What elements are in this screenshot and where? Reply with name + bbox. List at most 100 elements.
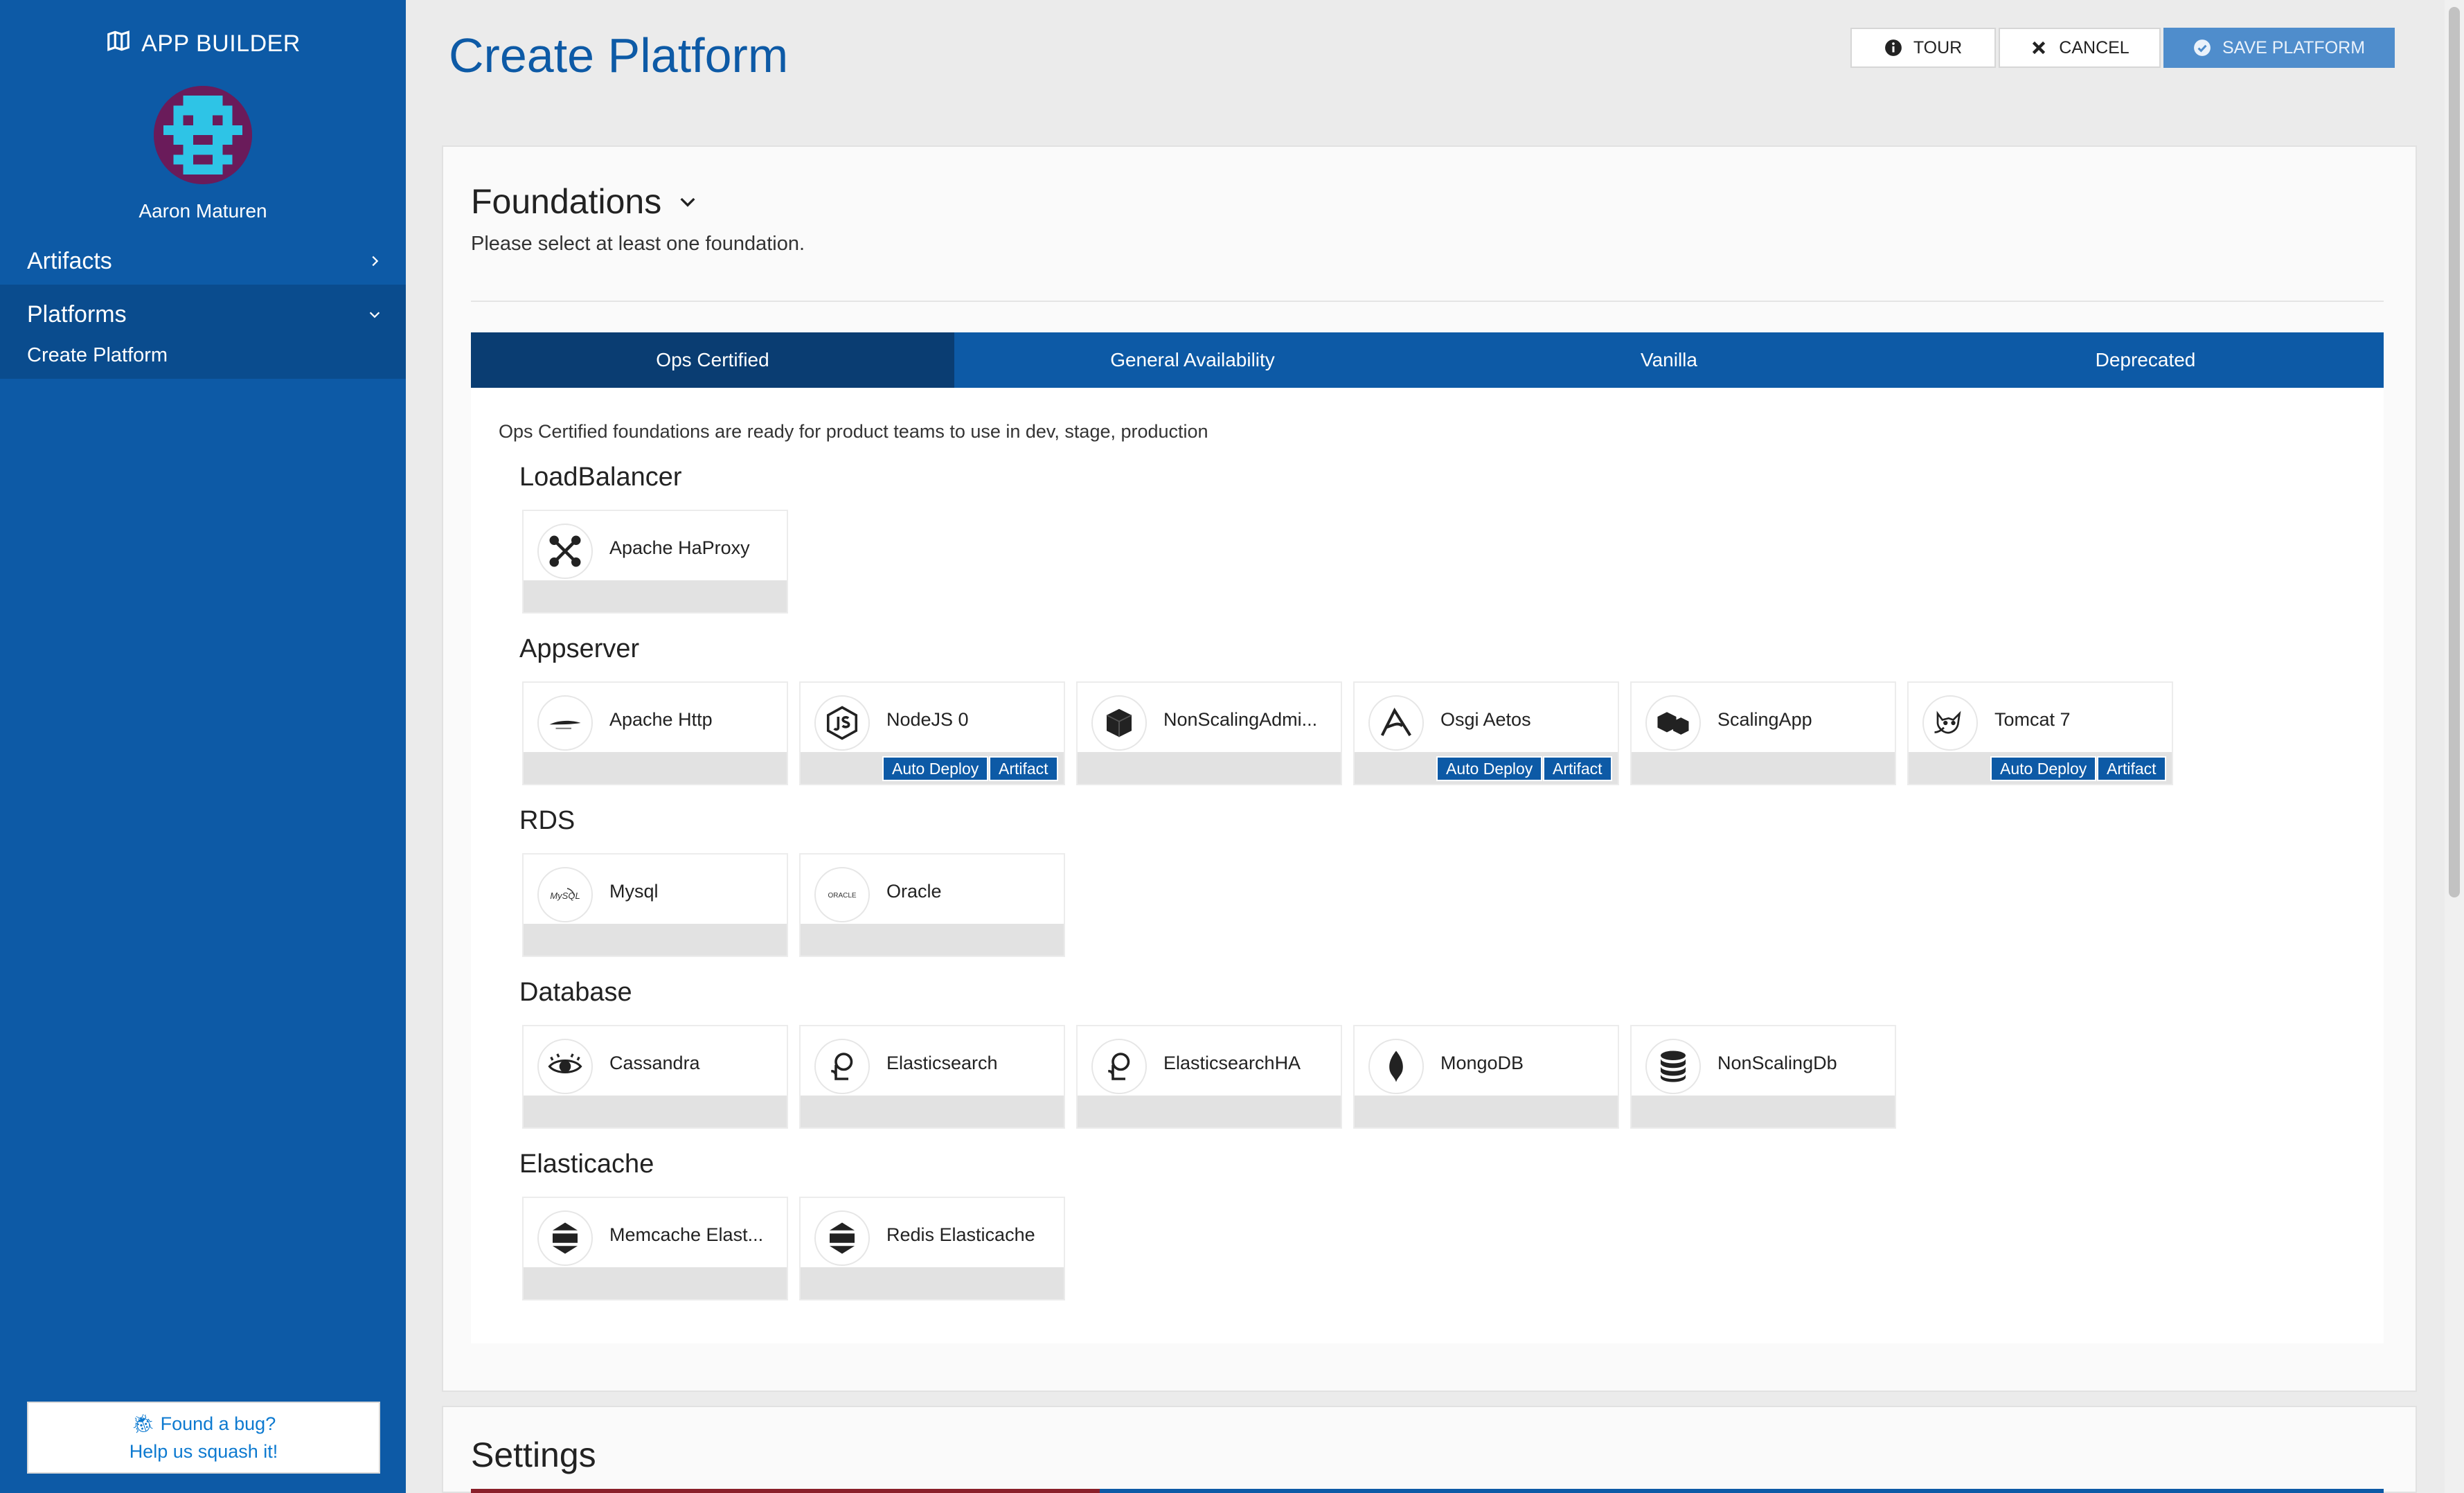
sidebar-item-artifacts[interactable]: Artifacts	[0, 239, 406, 283]
card-name: Memcache Elast...	[609, 1224, 764, 1245]
card-name: Apache Http	[609, 709, 713, 730]
apache-feather-icon	[537, 695, 593, 751]
save-label: SAVE PLATFORM	[2222, 37, 2366, 57]
artifact-badge: Artifact	[2097, 756, 2166, 781]
foundation-card[interactable]: ElasticsearchHA	[1076, 1025, 1342, 1129]
foundation-card[interactable]: ScalingApp	[1630, 681, 1896, 785]
cancel-button[interactable]: CANCEL	[1999, 28, 2161, 68]
foundation-card[interactable]: Tomcat 7 Auto Deploy Artifact	[1907, 681, 2173, 785]
foundations-title: Foundations	[471, 182, 662, 221]
osgi-icon	[1368, 695, 1424, 751]
card-name: Oracle	[886, 881, 942, 902]
info-icon	[1884, 39, 1902, 56]
card-name: Redis Elasticache	[886, 1224, 1035, 1245]
scrollbar-thumb[interactable]	[2449, 7, 2460, 897]
foundation-card[interactable]: Cassandra	[522, 1025, 788, 1129]
settings-panel: Settings	[442, 1406, 2417, 1493]
card-footer	[1078, 752, 1341, 784]
foundation-card[interactable]: NodeJS 0 Auto Deploy Artifact	[799, 681, 1065, 785]
page-title: Create Platform	[449, 28, 789, 82]
foundation-card[interactable]: NonScalingAdmi...	[1076, 681, 1342, 785]
divider	[471, 301, 2384, 302]
sidebar-item-platforms-group: Platforms Create Platform	[0, 285, 406, 379]
category-title: RDS	[519, 806, 575, 835]
sidebar-subitem-create-platform[interactable]: Create Platform	[27, 344, 168, 367]
auto-deploy-badge: Auto Deploy	[882, 756, 989, 781]
auto-deploy-badge: Auto Deploy	[1990, 756, 2097, 781]
card-footer	[801, 1096, 1064, 1127]
foundation-card[interactable]: ORACLE Oracle	[799, 853, 1065, 957]
check-circle-icon	[2194, 39, 2211, 56]
tab-ops-certified[interactable]: Ops Certified	[471, 332, 954, 397]
tomcat-icon	[1922, 695, 1978, 751]
cancel-label: CANCEL	[2059, 37, 2130, 57]
chevron-down-icon	[369, 312, 380, 319]
tab-description: Ops Certified foundations are ready for …	[499, 421, 1208, 442]
tab-general-availability[interactable]: General Availability	[954, 332, 1431, 388]
tab-content: Ops Certified foundations are ready for …	[471, 388, 2384, 1343]
cubes-icon	[1645, 695, 1701, 751]
save-platform-button[interactable]: SAVE PLATFORM	[2163, 28, 2395, 68]
card-footer	[524, 1267, 787, 1299]
card-footer	[524, 924, 787, 956]
foundation-card[interactable]: NonScalingDb	[1630, 1025, 1896, 1129]
tour-button[interactable]: TOUR	[1850, 28, 1996, 68]
settings-title: Settings	[471, 1436, 596, 1474]
sidebar-item-label: Artifacts	[27, 247, 112, 274]
oracle-icon: ORACLE	[814, 867, 870, 922]
foundation-card[interactable]: MySQL Mysql	[522, 853, 788, 957]
auto-deploy-badge: Auto Deploy	[1436, 756, 1543, 781]
card-name: Osgi Aetos	[1440, 709, 1531, 730]
card-name: Elasticsearch	[886, 1053, 998, 1073]
haproxy-icon	[537, 524, 593, 579]
foundations-panel: Foundations Please select at least one f…	[442, 145, 2417, 1392]
card-name: Mysql	[609, 881, 659, 902]
bug-report-text: Found a bug?	[160, 1413, 276, 1434]
map-icon	[105, 28, 132, 60]
sidebar: APP BUILDER Aaron Maturen Artifacts Plat…	[0, 0, 406, 1493]
card-name: NonScalingAdmi...	[1163, 709, 1318, 730]
card-name: Apache HaProxy	[609, 537, 750, 558]
cube-icon	[1091, 695, 1147, 751]
avatar[interactable]	[154, 86, 252, 184]
bug-report-line1: 🐞︎ Found a bug?	[28, 1410, 379, 1438]
card-footer	[801, 1267, 1064, 1299]
card-footer	[1632, 752, 1895, 784]
category-title: LoadBalancer	[519, 463, 682, 492]
elasticache-icon	[537, 1210, 593, 1266]
foundation-card[interactable]: Memcache Elast...	[522, 1197, 788, 1300]
card-footer	[524, 752, 787, 784]
card-name: Tomcat 7	[1994, 709, 2071, 730]
foundation-card[interactable]: Elasticsearch	[799, 1025, 1065, 1129]
card-footer	[1355, 1096, 1618, 1127]
category-title: Database	[519, 978, 632, 1007]
chevron-down-icon	[680, 197, 695, 207]
settings-tabs-bar	[471, 1489, 2384, 1493]
elasticsearch-icon	[1091, 1039, 1147, 1094]
svg-text:MySQL: MySQL	[550, 891, 580, 901]
nodejs-icon	[814, 695, 870, 751]
elasticache-icon	[814, 1210, 870, 1266]
tour-label: TOUR	[1913, 37, 1963, 57]
foundation-card[interactable]: Osgi Aetos Auto Deploy Artifact	[1353, 681, 1619, 785]
foundation-card[interactable]: Apache HaProxy	[522, 510, 788, 614]
tab-deprecated[interactable]: Deprecated	[1907, 332, 2384, 388]
username: Aaron Maturen	[139, 200, 267, 222]
foundation-card[interactable]: Redis Elasticache	[799, 1197, 1065, 1300]
foundation-card[interactable]: MongoDB	[1353, 1025, 1619, 1129]
sidebar-item-platforms[interactable]: Platforms	[0, 285, 406, 344]
mongodb-leaf-icon	[1368, 1039, 1424, 1094]
brand[interactable]: APP BUILDER	[0, 28, 406, 60]
chevron-right-icon	[372, 256, 379, 267]
foundation-card[interactable]: Apache Http	[522, 681, 788, 785]
brand-title: APP BUILDER	[141, 30, 301, 57]
tab-vanilla[interactable]: Vanilla	[1431, 332, 1907, 388]
artifact-badge: Artifact	[1543, 756, 1612, 781]
foundations-toggle[interactable]: Foundations	[471, 181, 699, 222]
card-footer	[1078, 1096, 1341, 1127]
bug-report-button[interactable]: 🐞︎ Found a bug? Help us squash it!	[27, 1402, 380, 1474]
foundation-tabs: Ops Certified General Availability Vanil…	[471, 332, 2384, 397]
card-footer	[524, 1096, 787, 1127]
card-footer	[1632, 1096, 1895, 1127]
cassandra-eye-icon	[537, 1039, 593, 1094]
